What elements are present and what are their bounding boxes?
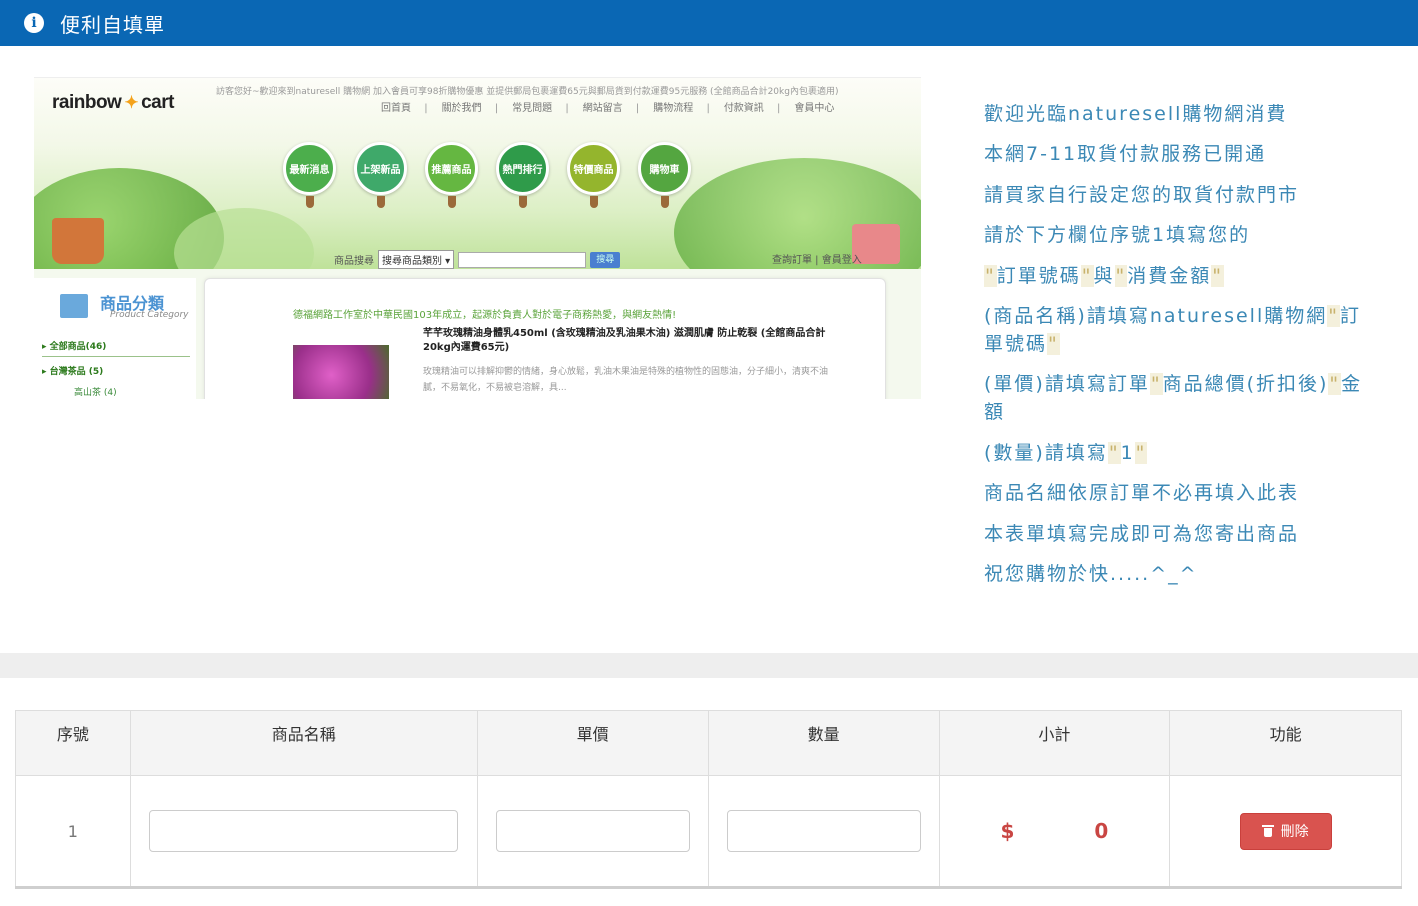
- nav-link: 常見問題: [503, 103, 552, 114]
- shop-search: 商品搜尋 搜尋商品類別 ▾ 搜尋: [334, 250, 621, 269]
- shop-intro: 德福網路工作室於中華民國103年成立，起源於負責人對於電子商務熱愛，與網友熱情!: [293, 310, 677, 321]
- nav-link: 網站留言: [573, 103, 622, 114]
- product-image: [293, 345, 389, 399]
- page-title: 便利自填單: [60, 12, 165, 37]
- menu-circle: 熱門排行: [496, 142, 549, 208]
- instruction-line: 歡迎光臨naturesell購物網消費: [984, 103, 1288, 125]
- category-sidebar: 商品分類 Product Category ▸ 全部商品(46) ▸ 台灣茶品 …: [34, 278, 196, 399]
- row-index-cell: 1: [15, 775, 131, 889]
- instruction-line: 本表單填寫完成即可為您寄出商品: [984, 522, 1300, 545]
- category-item: ▸ 台灣茶品 (5): [42, 367, 104, 377]
- trash-icon: [1261, 825, 1274, 837]
- quantity-input[interactable]: [726, 810, 921, 852]
- price-cell: [476, 775, 709, 889]
- category-select: 搜尋商品類別 ▾: [378, 250, 455, 269]
- instruction-line: (單價)請填寫訂單"商品總價(折扣後)"金額: [984, 373, 1363, 424]
- delete-label: 刪除: [1280, 823, 1309, 839]
- instructions: 歡迎光臨naturesell購物網消費 本網7-11取貨付款服務已開通 請買家自…: [984, 100, 1364, 600]
- shop-top-nav: 回首頁 關於我們 常見問題 網站留言 購物流程 付款資訊 會員中心: [372, 99, 843, 114]
- table-row: 1 $0 刪除: [15, 775, 1402, 889]
- nav-link: 會員中心: [785, 103, 834, 114]
- col-header-quantity: 數量: [707, 710, 940, 776]
- row-index: 1: [67, 821, 78, 841]
- table-header-row: 序號 商品名稱 單價 數量 小計 功能: [15, 710, 1402, 776]
- instruction-line: 商品名細依原訂單不必再填入此表: [984, 482, 1300, 505]
- product-panel: 德福網路工作室於中華民國103年成立，起源於負責人對於電子商務熱愛，與網友熱情!…: [204, 278, 886, 399]
- info-icon: i: [24, 13, 44, 33]
- instruction-line: 祝您購物於快.....^_^: [984, 562, 1198, 585]
- shop-preview-image: rainbow ✦ cart 訪客您好~歡迎來到naturesell 購物網 加入會…: [34, 77, 921, 399]
- name-cell: [129, 775, 478, 889]
- col-header-subtotal: 小計: [938, 710, 1171, 776]
- promo-text: 訪客您好~歡迎來到naturesell 購物網 加入會員可享98折購物優惠 並提…: [216, 87, 839, 97]
- menu-circle: 最新消息: [283, 142, 336, 208]
- menu-circle: 購物車: [638, 142, 691, 208]
- subtotal-cell: $0: [938, 775, 1171, 889]
- currency-symbol: $: [1000, 819, 1015, 843]
- subtotal-value: $0: [1000, 819, 1108, 843]
- app-header: i 便利自填單: [0, 0, 1418, 46]
- instruction-line: "訂單號碼"與"消費金額": [984, 264, 1225, 287]
- category-subtitle: Product Category: [110, 310, 189, 320]
- actions-cell: 刪除: [1169, 775, 1402, 889]
- instruction-line: (商品名稱)請填寫naturesell購物網"訂單號碼": [984, 304, 1361, 355]
- nav-link: 購物流程: [644, 103, 693, 114]
- col-header-actions: 功能: [1169, 710, 1402, 776]
- product-description: 玫瑰精油可以排解抑鬱的情緒，身心放鬆，乳油木果油是特殊的植物性的固態油，分子細小…: [423, 367, 829, 393]
- search-label: 商品搜尋: [334, 256, 374, 267]
- product-title: 芊芊玫瑰精油身體乳450ml (含玫瑰精油及乳油果木油) 滋潤肌膚 防止乾裂 (…: [423, 328, 826, 353]
- search-button: 搜尋: [590, 251, 621, 268]
- menu-circle: 推薦商品: [425, 142, 478, 208]
- instruction-line: 本網7-11取貨付款服務已開通: [984, 143, 1267, 166]
- unit-price-input[interactable]: [495, 810, 690, 852]
- nav-link: 付款資訊: [714, 103, 763, 114]
- category-subitem: 高山茶 (4): [74, 388, 117, 398]
- order-table: 序號 商品名稱 單價 數量 小計 功能 1 $0 刪除: [15, 710, 1402, 889]
- nav-link: 回首頁: [381, 103, 411, 114]
- col-header-name: 商品名稱: [129, 710, 478, 776]
- instruction-line: 請買家自行設定您的取貨付款門市: [984, 183, 1300, 206]
- category-icon: [60, 294, 88, 318]
- nav-link: 關於我們: [432, 103, 481, 114]
- shop-menu-circles: 最新消息 上架新品 推薦商品 熱門排行 特價商品 購物車: [283, 142, 691, 208]
- member-links: 查詢訂單 | 會員登入: [772, 255, 862, 266]
- section-divider: [0, 653, 1418, 678]
- menu-circle: 特價商品: [567, 142, 620, 208]
- quantity-cell: [707, 775, 940, 889]
- product-name-input[interactable]: [149, 810, 459, 852]
- subtotal-amount: 0: [1094, 819, 1109, 843]
- col-header-index: 序號: [15, 710, 131, 776]
- instruction-line: 請於下方欄位序號1填寫您的: [984, 224, 1251, 247]
- category-item: ▸ 全部商品(46): [42, 342, 107, 352]
- search-input: [458, 251, 587, 268]
- instruction-line: (數量)請填寫"1": [984, 441, 1148, 464]
- shop-logo: rainbow ✦ cart: [52, 92, 174, 113]
- menu-circle: 上架新品: [354, 142, 407, 208]
- col-header-price: 單價: [476, 710, 709, 776]
- delete-button[interactable]: 刪除: [1239, 812, 1332, 850]
- flowerpot-decoration: [52, 218, 104, 264]
- shop-banner: rainbow ✦ cart 訪客您好~歡迎來到naturesell 購物網 加入會…: [34, 78, 921, 269]
- divider: [42, 356, 190, 357]
